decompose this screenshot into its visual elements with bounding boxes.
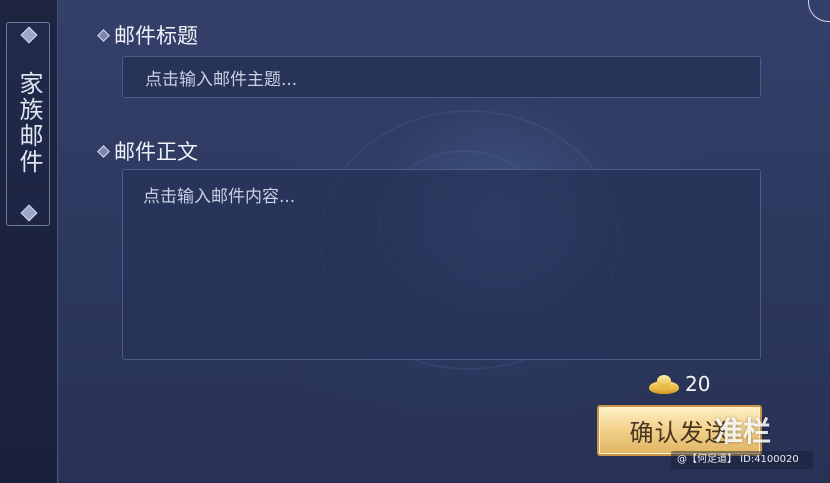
tab-family-mail[interactable]: 家族邮件 — [6, 22, 50, 226]
send-cost: 20 — [649, 372, 710, 396]
subject-label: 邮件标题 — [114, 24, 198, 48]
diamond-ornament-icon — [20, 204, 38, 222]
corner-ornament-icon — [808, 0, 830, 22]
diamond-bullet-icon — [97, 28, 110, 42]
gold-ingot-icon — [649, 373, 679, 395]
body-label-row: 邮件正文 — [97, 136, 198, 166]
watermark-credit: @【何足道】 ID:4100020 — [671, 451, 813, 469]
cost-value: 20 — [685, 372, 711, 396]
watermark-logo: 准栏 — [715, 415, 772, 448]
body-label: 邮件正文 — [114, 140, 198, 164]
mail-compose-panel: 邮件标题 点击输入邮件主题... 邮件正文 点击输入邮件内容... 20 确认发… — [59, 0, 830, 483]
left-tab-bar: 家族邮件 — [0, 0, 58, 483]
subject-input[interactable]: 点击输入邮件主题... — [122, 56, 761, 98]
subject-label-row: 邮件标题 — [97, 20, 198, 50]
diamond-bullet-icon — [97, 144, 110, 158]
body-textarea[interactable]: 点击输入邮件内容... — [122, 169, 761, 360]
diamond-ornament-icon — [20, 26, 38, 44]
tab-family-mail-label: 家族邮件 — [15, 71, 43, 175]
